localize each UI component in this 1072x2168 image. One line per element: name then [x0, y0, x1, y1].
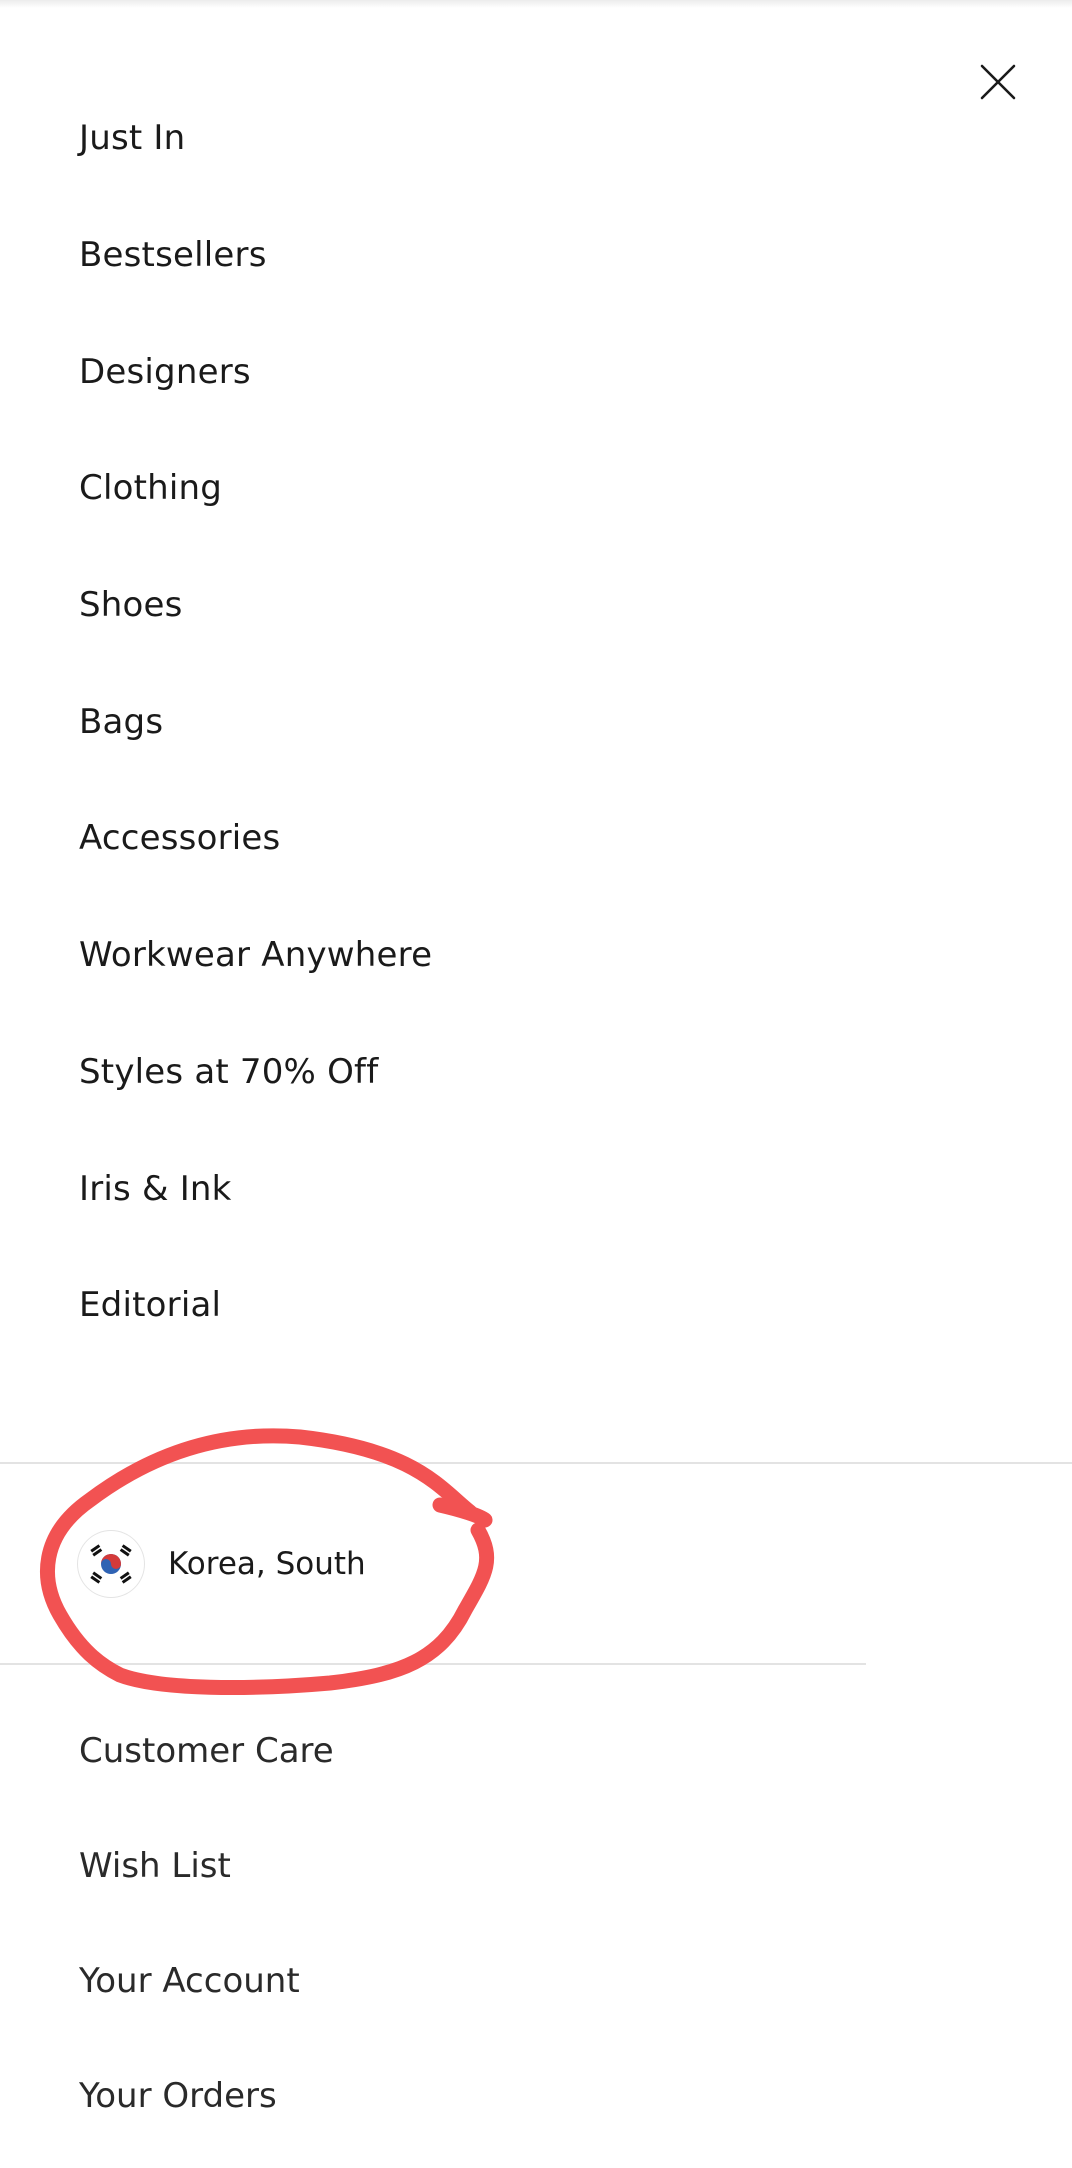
- nav-item-label: Styles at 70% Off: [79, 1051, 379, 1092]
- account-links: Customer Care Wish List Your Account You…: [0, 1693, 1072, 2153]
- top-shadow: [0, 0, 1072, 8]
- nav-item-accessories[interactable]: Accessories: [0, 780, 1072, 897]
- country-selector[interactable]: Korea, South: [0, 1464, 866, 1664]
- nav-item-clothing[interactable]: Clothing: [0, 430, 1072, 547]
- link-wish-list[interactable]: Wish List: [0, 1808, 1072, 1923]
- nav-item-label: Workwear Anywhere: [79, 935, 433, 976]
- footer-item-label: Your Account: [79, 1960, 300, 2001]
- nav-item-bags[interactable]: Bags: [0, 663, 1072, 780]
- country-divider: [0, 1663, 866, 1665]
- nav-item-label: Iris & Ink: [79, 1168, 232, 1209]
- nav-item-workwear-anywhere[interactable]: Workwear Anywhere: [0, 897, 1072, 1014]
- nav-item-just-in[interactable]: Just In: [0, 80, 1072, 197]
- footer-item-label: Wish List: [79, 1845, 231, 1886]
- nav-item-label: Just In: [79, 118, 186, 159]
- nav-item-shoes[interactable]: Shoes: [0, 547, 1072, 664]
- nav-item-label: Bestsellers: [79, 235, 267, 276]
- main-nav-menu: Just In Bestsellers Designers Clothing S…: [0, 80, 1072, 1364]
- flag-badge: [78, 1531, 144, 1597]
- nav-item-label: Editorial: [79, 1285, 222, 1326]
- footer-item-label: Your Orders: [79, 2075, 277, 2116]
- nav-item-label: Shoes: [79, 585, 183, 626]
- nav-item-label: Clothing: [79, 468, 223, 509]
- country-name: Korea, South: [168, 1546, 366, 1582]
- nav-item-editorial[interactable]: Editorial: [0, 1247, 1072, 1364]
- nav-item-designers[interactable]: Designers: [0, 313, 1072, 430]
- link-customer-care[interactable]: Customer Care: [0, 1693, 1072, 1808]
- nav-item-bestsellers[interactable]: Bestsellers: [0, 197, 1072, 314]
- link-your-orders[interactable]: Your Orders: [0, 2038, 1072, 2153]
- nav-item-label: Bags: [79, 701, 164, 742]
- nav-item-label: Designers: [79, 351, 251, 392]
- nav-item-label: Accessories: [79, 818, 281, 859]
- link-your-account[interactable]: Your Account: [0, 1923, 1072, 2038]
- footer-item-label: Customer Care: [79, 1730, 334, 1771]
- nav-item-styles-70-off[interactable]: Styles at 70% Off: [0, 1014, 1072, 1131]
- korea-flag-icon: [90, 1544, 132, 1584]
- nav-item-iris-ink[interactable]: Iris & Ink: [0, 1130, 1072, 1247]
